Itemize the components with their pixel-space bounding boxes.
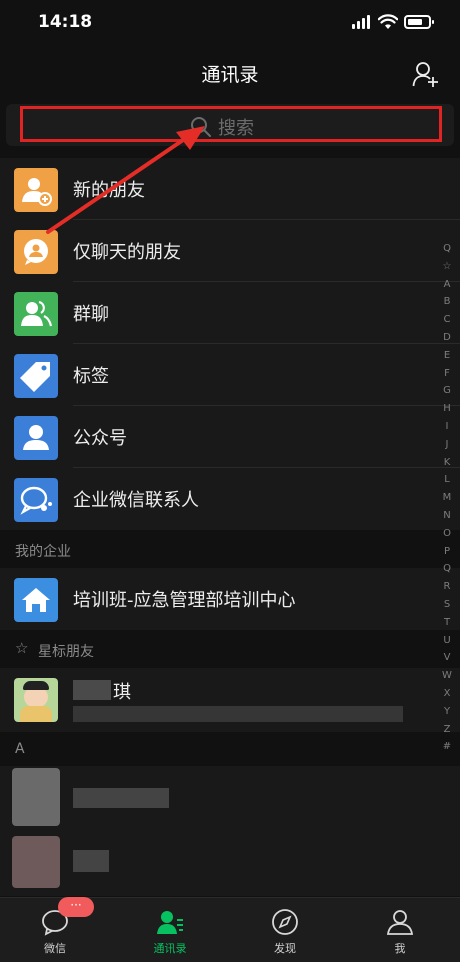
tab-me[interactable]: 我: [355, 898, 445, 962]
page-title: 通讯录: [201, 64, 259, 86]
starred-contact[interactable]: 琪: [0, 668, 460, 732]
menu-new-friends[interactable]: 新的朋友: [0, 158, 460, 220]
wifi-icon: [378, 14, 398, 29]
contact-item[interactable]: [0, 834, 460, 896]
index-letter[interactable]: I: [440, 418, 454, 436]
index-letter[interactable]: C: [440, 311, 454, 329]
signal-icon: [352, 15, 372, 29]
index-letter[interactable]: G: [440, 382, 454, 400]
index-letter[interactable]: A: [440, 276, 454, 294]
blurred-name: [73, 788, 169, 808]
unread-badge: ···: [58, 897, 94, 917]
menu-label: 仅聊天的朋友: [73, 242, 181, 263]
index-letter[interactable]: U: [440, 632, 454, 650]
avatar: [12, 768, 60, 826]
index-letter[interactable]: K: [440, 454, 454, 472]
official-account-icon: [14, 416, 58, 460]
blurred-name: [73, 850, 109, 872]
blurred-signature: [73, 706, 403, 722]
section-letter-a: A: [0, 732, 460, 768]
contact-name-suffix: 琪: [113, 682, 131, 703]
menu-work-wechat-contacts[interactable]: 企业微信联系人: [0, 468, 460, 530]
section-label: A: [15, 741, 25, 757]
index-letter[interactable]: M: [440, 489, 454, 507]
index-letter[interactable]: Q: [440, 240, 454, 258]
nav-bar: 通讯录: [0, 44, 460, 100]
add-contact-icon[interactable]: [412, 60, 440, 88]
menu-official-accounts[interactable]: 公众号: [0, 406, 460, 468]
index-letter[interactable]: F: [440, 365, 454, 383]
work-wechat-icon: [14, 478, 58, 522]
status-bar: 14:18: [0, 0, 460, 44]
index-letter[interactable]: J: [440, 436, 454, 454]
status-time: 14:18: [38, 12, 93, 32]
contacts-icon: [157, 911, 183, 934]
menu-label: 新的朋友: [73, 180, 145, 201]
new-friend-icon: [14, 168, 58, 212]
battery-icon: [404, 15, 434, 29]
index-letter[interactable]: H: [440, 400, 454, 418]
index-letter[interactable]: V: [440, 649, 454, 667]
index-letter[interactable]: B: [440, 293, 454, 311]
index-letter[interactable]: T: [440, 614, 454, 632]
tab-label: 微信: [44, 942, 66, 955]
avatar: [14, 678, 58, 722]
section-label: 星标朋友: [38, 644, 94, 660]
menu-label: 企业微信联系人: [73, 490, 199, 511]
tab-discover[interactable]: 发现: [240, 898, 330, 962]
index-letter[interactable]: ☆: [440, 258, 454, 276]
compass-icon: [272, 909, 298, 935]
tab-contacts[interactable]: 通讯录: [125, 898, 215, 962]
index-letter[interactable]: Q: [440, 560, 454, 578]
menu-label: 标签: [73, 366, 109, 387]
index-letter[interactable]: #: [440, 738, 454, 756]
menu-group-chats[interactable]: 群聊: [0, 282, 460, 344]
index-letter[interactable]: D: [440, 329, 454, 347]
chat-only-friend-icon: [14, 230, 58, 274]
menu-label: 群聊: [73, 304, 109, 325]
index-letter[interactable]: L: [440, 471, 454, 489]
tag-icon: [14, 354, 58, 398]
star-icon: ☆: [15, 639, 29, 657]
index-letter[interactable]: Y: [440, 703, 454, 721]
enterprise-label: 培训班-应急管理部培训中心: [73, 590, 296, 611]
avatar: [12, 836, 60, 888]
index-letter[interactable]: W: [440, 667, 454, 685]
search-highlight-box: [20, 106, 442, 142]
index-letter[interactable]: O: [440, 525, 454, 543]
menu-chat-only-friends[interactable]: 仅聊天的朋友: [0, 220, 460, 282]
tab-label: 通讯录: [153, 942, 187, 955]
home-icon: [14, 578, 58, 622]
index-letter[interactable]: P: [440, 543, 454, 561]
section-starred: ☆ 星标朋友: [0, 632, 460, 668]
alphabet-index-bar[interactable]: Q ☆ A B C D E F G H I J K L M N O P Q R S T U V W X Y Z #: [440, 240, 454, 756]
index-letter[interactable]: S: [440, 596, 454, 614]
section-my-enterprise: 我的企业: [0, 532, 460, 568]
contact-item[interactable]: [0, 766, 460, 834]
profile-icon: [386, 910, 414, 935]
tab-label: 发现: [274, 942, 296, 955]
index-letter[interactable]: R: [440, 578, 454, 596]
enterprise-item[interactable]: 培训班-应急管理部培训中心: [0, 568, 460, 630]
section-label: 我的企业: [15, 544, 71, 560]
index-letter[interactable]: E: [440, 347, 454, 365]
index-letter[interactable]: N: [440, 507, 454, 525]
menu-tags[interactable]: 标签: [0, 344, 460, 406]
menu-label: 公众号: [73, 428, 127, 449]
index-letter[interactable]: Z: [440, 721, 454, 739]
tab-label: 我: [394, 942, 406, 955]
blurred-name: [73, 680, 111, 700]
index-letter[interactable]: X: [440, 685, 454, 703]
group-chat-icon: [14, 292, 58, 336]
